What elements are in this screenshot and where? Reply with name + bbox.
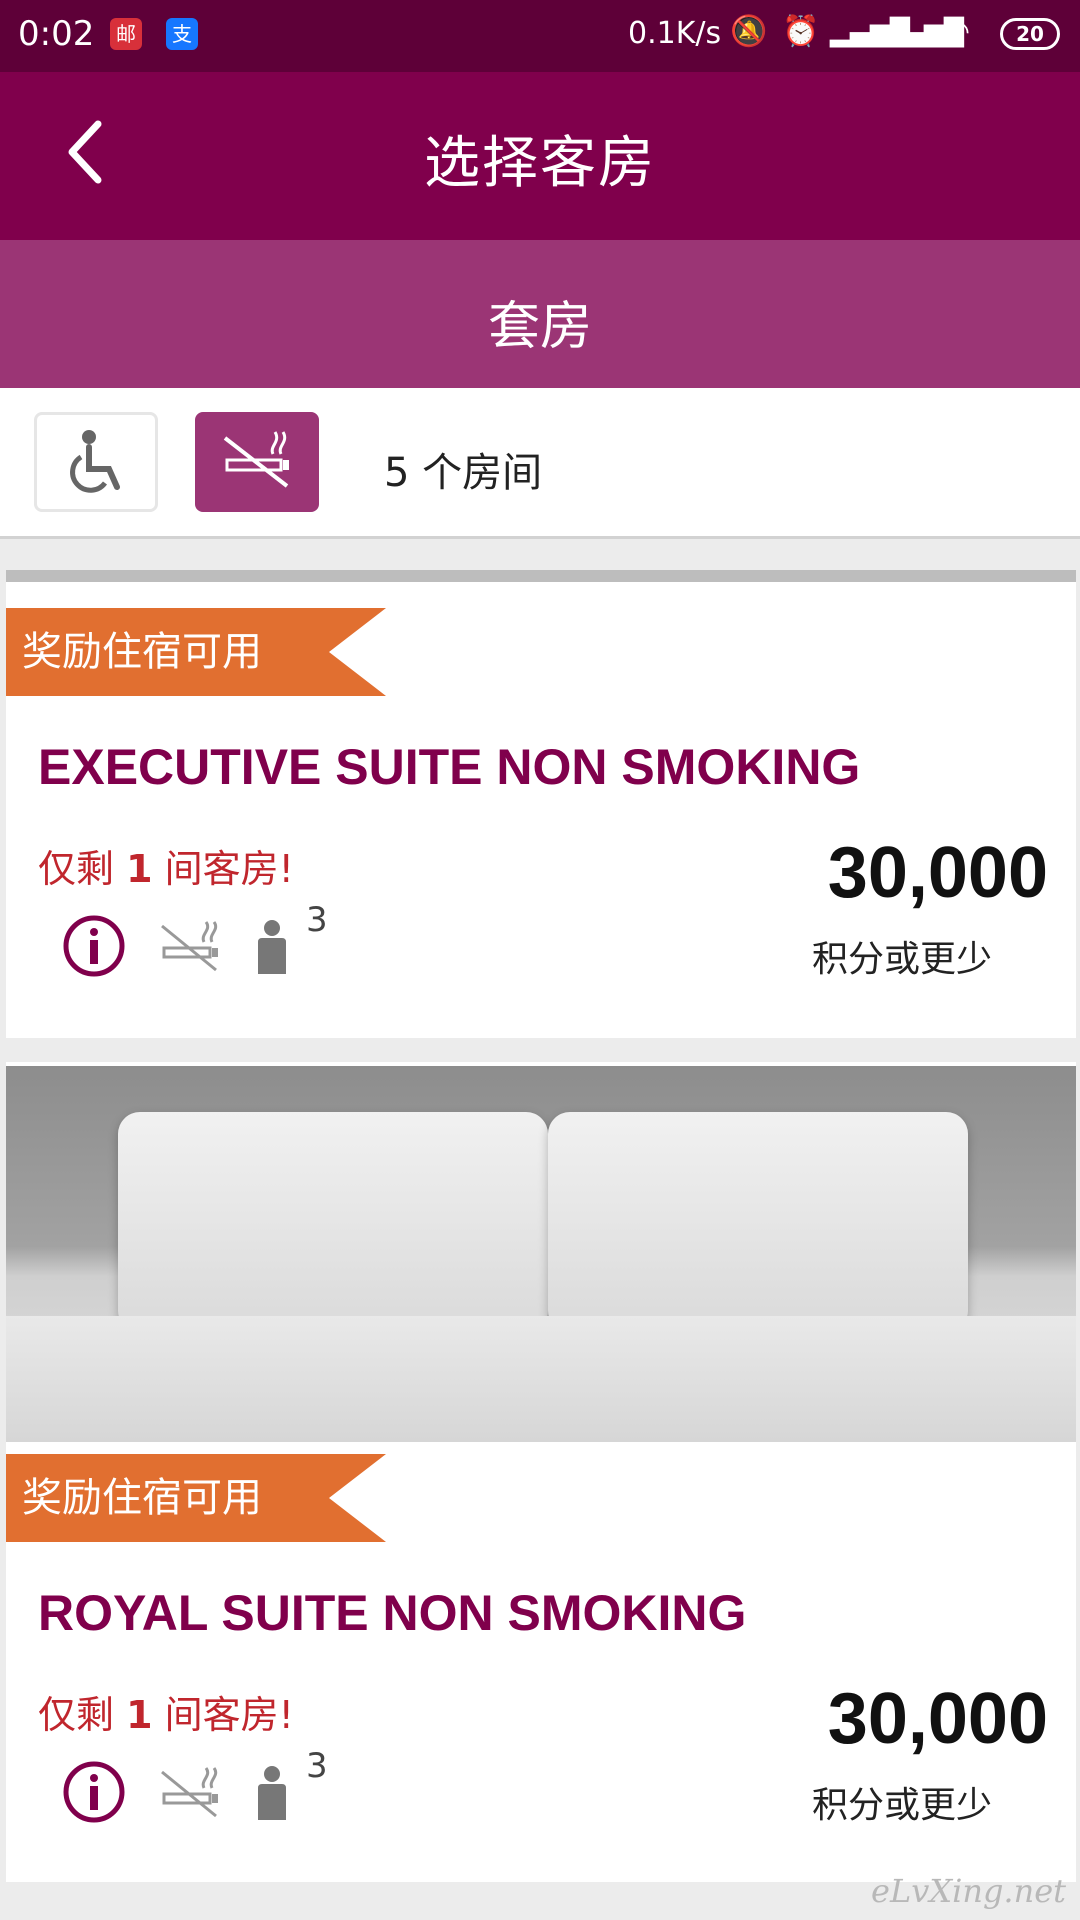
wheelchair-icon bbox=[70, 430, 120, 493]
max-occupancy: 3 bbox=[306, 1746, 328, 1786]
room-card[interactable]: 奖励住宿可用 ROYAL SUITE NON SMOKING 仅剩 1 间客房!… bbox=[6, 1062, 1076, 1882]
points-label: 积分或更少 bbox=[812, 939, 993, 980]
room-card[interactable]: 奖励住宿可用 EXECUTIVE SUITE NON SMOKING 仅剩 1 … bbox=[6, 570, 1076, 1038]
status-bar: 0:02 邮 支 0.1K/s 🔕 ⏰ ▂▄▆█ ▂▄▆█ ◠ 20 bbox=[0, 0, 1080, 72]
availability-text: 仅剩 1 间客房! bbox=[38, 1684, 294, 1739]
wifi-icon: ◠ bbox=[944, 14, 971, 49]
max-occupancy: 3 bbox=[306, 900, 328, 940]
room-photo bbox=[6, 1066, 1076, 1442]
room-count: 5 个房间 bbox=[384, 450, 543, 496]
availability-prefix: 仅剩 bbox=[38, 847, 127, 891]
no-smoking-icon bbox=[161, 921, 218, 972]
network-speed: 0.1K/s bbox=[628, 16, 722, 51]
pillow-image bbox=[548, 1112, 968, 1332]
page-title: 选择客房 bbox=[424, 131, 656, 196]
person-icon bbox=[258, 1766, 286, 1820]
pillow-image bbox=[118, 1112, 548, 1332]
availability-suffix: 间客房! bbox=[152, 847, 294, 891]
header-bar: 选择客房 bbox=[0, 72, 1080, 240]
non-smoking-filter-button[interactable] bbox=[195, 412, 319, 512]
person-icon bbox=[258, 920, 286, 974]
info-icon[interactable] bbox=[62, 914, 126, 978]
availability-suffix: 间客房! bbox=[152, 1693, 294, 1737]
points-price: 30,000 bbox=[827, 1679, 1048, 1759]
battery-icon: 20 bbox=[1000, 18, 1060, 50]
room-name[interactable]: ROYAL SUITE NON SMOKING bbox=[38, 1584, 746, 1642]
filter-bar: 5 个房间 bbox=[0, 388, 1080, 539]
availability-text: 仅剩 1 间客房! bbox=[38, 838, 294, 893]
alipay-app-icon: 支 bbox=[166, 18, 198, 50]
alarm-icon: ⏰ bbox=[782, 14, 820, 49]
room-category-title: 套房 bbox=[487, 297, 592, 357]
status-time: 0:02 bbox=[18, 14, 95, 54]
reward-stay-badge: 奖励住宿可用 bbox=[6, 1454, 386, 1542]
accessible-filter-button[interactable] bbox=[34, 412, 158, 512]
info-icon[interactable] bbox=[62, 1760, 126, 1824]
watermark: eLvXing.net bbox=[871, 1872, 1066, 1910]
room-category-bar: 套房 bbox=[0, 240, 1080, 388]
points-label: 积分或更少 bbox=[812, 1785, 993, 1826]
no-smoking-icon bbox=[161, 1767, 218, 1818]
availability-prefix: 仅剩 bbox=[38, 1693, 127, 1737]
bed-sheet-image bbox=[6, 1316, 1076, 1442]
room-name[interactable]: EXECUTIVE SUITE NON SMOKING bbox=[38, 738, 860, 796]
reward-stay-badge: 奖励住宿可用 bbox=[6, 608, 386, 696]
availability-count: 1 bbox=[126, 847, 153, 891]
no-smoking-icon bbox=[223, 431, 289, 488]
bell-muted-icon: 🔕 bbox=[730, 14, 768, 49]
availability-count: 1 bbox=[126, 1693, 153, 1737]
postal-app-icon: 邮 bbox=[110, 18, 142, 50]
points-price: 30,000 bbox=[827, 833, 1048, 913]
